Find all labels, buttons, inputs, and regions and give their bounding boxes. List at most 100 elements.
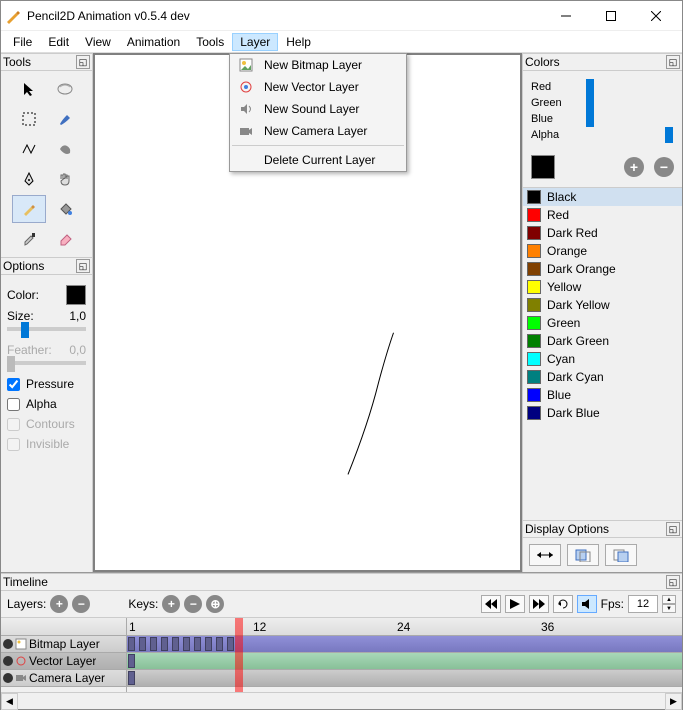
tools-dock-button[interactable]: ◱ (76, 55, 90, 69)
loop-button[interactable] (553, 595, 573, 613)
timeline-layer-vector[interactable]: Vector Layer (1, 653, 126, 670)
palette-item[interactable]: Red (523, 206, 682, 224)
palette-item[interactable]: Dark Cyan (523, 368, 682, 386)
delete-layer-item[interactable]: Delete Current Layer (230, 149, 406, 171)
color-swatch[interactable] (66, 285, 86, 305)
keyframe[interactable] (205, 637, 212, 651)
timeline-layer-bitmap[interactable]: Bitmap Layer (1, 636, 126, 653)
tools-panel-header: Tools ◱ (1, 53, 92, 71)
channel-alpha[interactable]: Alpha (531, 129, 674, 141)
bitmap-layer-icon (15, 638, 27, 650)
keyframe[interactable] (194, 637, 201, 651)
pressure-checkbox[interactable]: Pressure (7, 377, 86, 391)
menu-file[interactable]: File (5, 33, 40, 51)
onion-prev-button[interactable] (567, 544, 599, 566)
minimize-button[interactable] (543, 2, 588, 30)
menu-tools[interactable]: Tools (188, 33, 232, 51)
palette-item[interactable]: Blue (523, 386, 682, 404)
menu-edit[interactable]: Edit (40, 33, 77, 51)
channel-red[interactable]: Red (531, 81, 674, 93)
add-color-button[interactable]: + (624, 157, 644, 177)
visibility-dot[interactable] (3, 656, 13, 666)
timeline-dock-button[interactable]: ◱ (666, 575, 680, 589)
onion-next-button[interactable] (605, 544, 637, 566)
select-tool[interactable] (12, 105, 46, 133)
keyframe[interactable] (150, 637, 157, 651)
timeline-layer-camera[interactable]: Camera Layer (1, 670, 126, 687)
clear-tool[interactable] (48, 75, 82, 103)
goto-end-button[interactable] (529, 595, 549, 613)
maximize-button[interactable] (588, 2, 633, 30)
menu-view[interactable]: View (77, 33, 119, 51)
menu-animation[interactable]: Animation (119, 33, 188, 51)
visibility-dot[interactable] (3, 673, 13, 683)
remove-layer-button[interactable]: − (72, 595, 90, 613)
menu-help[interactable]: Help (278, 33, 319, 51)
alpha-checkbox[interactable]: Alpha (7, 397, 86, 411)
palette-item[interactable]: Green (523, 314, 682, 332)
smudge-tool[interactable] (48, 135, 82, 163)
close-button[interactable] (633, 2, 678, 30)
palette-item[interactable]: Dark Yellow (523, 296, 682, 314)
options-dock-button[interactable]: ◱ (76, 259, 90, 273)
size-slider[interactable] (7, 327, 86, 331)
move-tool[interactable] (12, 75, 46, 103)
add-key-button[interactable]: + (162, 595, 180, 613)
pen-tool[interactable] (12, 165, 46, 193)
goto-start-button[interactable] (481, 595, 501, 613)
mirror-h-button[interactable] (529, 544, 561, 566)
palette-item[interactable]: Black (523, 188, 682, 206)
keyframe[interactable] (128, 637, 135, 651)
scroll-right-button[interactable]: ▶ (665, 693, 682, 710)
fps-label: Fps: (601, 597, 624, 611)
pencil-tool[interactable] (12, 195, 46, 223)
eyedropper-tool[interactable] (12, 225, 46, 253)
keyframe[interactable] (227, 637, 234, 651)
timeline-scrollbar[interactable]: ◀ ▶ (1, 692, 682, 709)
eraser-tool[interactable] (48, 225, 82, 253)
palette-item[interactable]: Dark Red (523, 224, 682, 242)
bucket-tool[interactable] (48, 195, 82, 223)
channel-green[interactable]: Green (531, 97, 674, 109)
palette-item[interactable]: Orange (523, 242, 682, 260)
track-bitmap[interactable] (127, 636, 682, 653)
duplicate-key-button[interactable]: ⊕ (206, 595, 224, 613)
display-panel-header: Display Options ◱ (523, 520, 682, 538)
add-layer-button[interactable]: + (50, 595, 68, 613)
display-dock-button[interactable]: ◱ (666, 522, 680, 536)
remove-key-button[interactable]: − (184, 595, 202, 613)
keyframe[interactable] (139, 637, 146, 651)
keyframe[interactable] (172, 637, 179, 651)
remove-color-button[interactable]: − (654, 157, 674, 177)
new-vector-layer-item[interactable]: New Vector Layer (230, 76, 406, 98)
palette-item[interactable]: Dark Green (523, 332, 682, 350)
visibility-dot[interactable] (3, 639, 13, 649)
palette-item[interactable]: Dark Blue (523, 404, 682, 422)
timeline-tracks[interactable]: 1122436 (127, 618, 682, 692)
palette-item[interactable]: Yellow (523, 278, 682, 296)
new-bitmap-layer-item[interactable]: New Bitmap Layer (230, 54, 406, 76)
keyframe[interactable] (216, 637, 223, 651)
brush-tool[interactable] (48, 105, 82, 133)
keyframe[interactable] (161, 637, 168, 651)
play-button[interactable] (505, 595, 525, 613)
track-camera[interactable] (127, 670, 682, 687)
palette-item[interactable]: Cyan (523, 350, 682, 368)
colors-dock-button[interactable]: ◱ (666, 55, 680, 69)
menu-layer[interactable]: Layer (232, 33, 278, 51)
timeline-ruler[interactable]: 1122436 (127, 618, 682, 636)
polyline-tool[interactable] (12, 135, 46, 163)
hand-tool[interactable] (48, 165, 82, 193)
keyframe[interactable] (183, 637, 190, 651)
sound-button[interactable] (577, 595, 597, 613)
palette-item[interactable]: Dark Orange (523, 260, 682, 278)
new-camera-layer-item[interactable]: New Camera Layer (230, 120, 406, 142)
new-sound-layer-item[interactable]: New Sound Layer (230, 98, 406, 120)
fps-spinner[interactable]: ▲▼ (662, 595, 676, 613)
track-vector[interactable] (127, 653, 682, 670)
scroll-left-button[interactable]: ◀ (1, 693, 18, 710)
channel-blue[interactable]: Blue (531, 113, 674, 125)
current-color-swatch[interactable] (531, 155, 555, 179)
playhead[interactable] (235, 618, 243, 692)
fps-input[interactable] (628, 595, 658, 613)
